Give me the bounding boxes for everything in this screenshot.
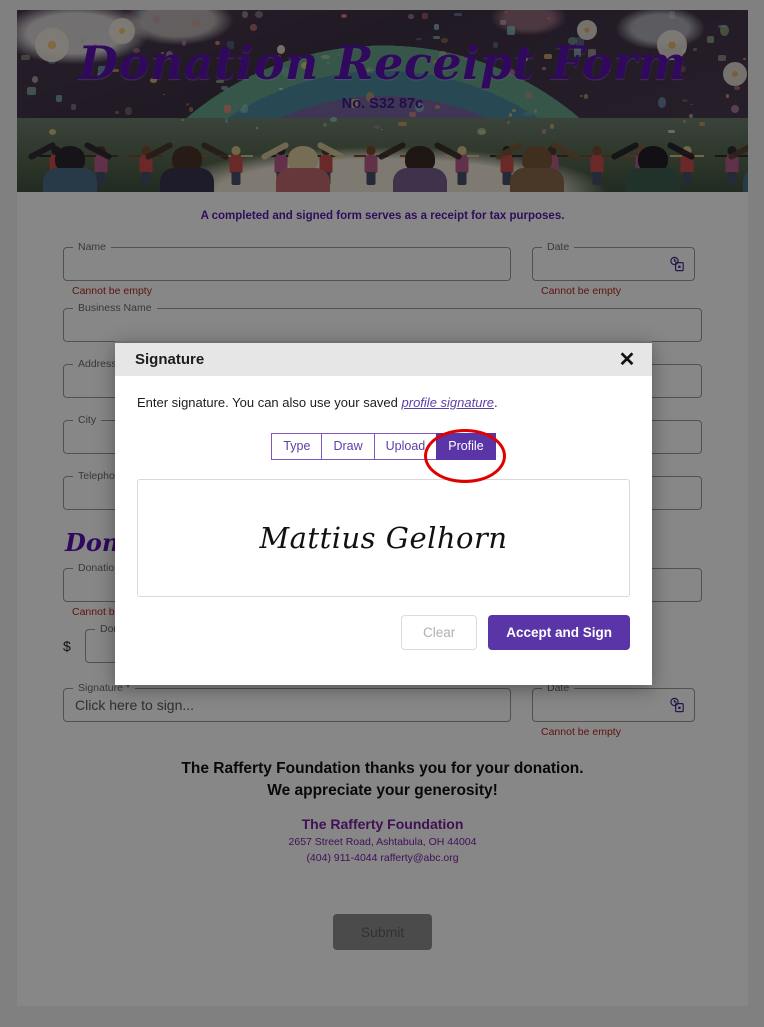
tab-type[interactable]: Type — [271, 433, 322, 460]
modal-body: Enter signature. You can also use your s… — [115, 376, 652, 650]
clear-button[interactable]: Clear — [400, 615, 478, 650]
tab-draw[interactable]: Draw — [321, 433, 374, 460]
modal-title: Signature — [135, 351, 205, 368]
signature-preview-text: Mattius Gelhorn — [259, 521, 508, 555]
tab-profile[interactable]: Profile — [436, 433, 496, 460]
signature-modal: Signature ✕ Enter signature. You can als… — [115, 341, 652, 685]
tab-upload[interactable]: Upload — [373, 433, 437, 460]
modal-description-period: . — [494, 395, 498, 410]
signature-method-tabs: Type Draw Upload Profile — [137, 433, 630, 460]
profile-signature-link[interactable]: profile signature — [402, 395, 495, 410]
modal-header: Signature ✕ — [115, 341, 652, 376]
screen: Donation Receipt Form No. S32 87c A comp… — [0, 0, 764, 1027]
modal-description: Enter signature. You can also use your s… — [137, 395, 630, 410]
accept-and-sign-button[interactable]: Accept and Sign — [488, 615, 630, 650]
close-icon[interactable]: ✕ — [616, 349, 638, 371]
modal-actions: Clear Accept and Sign — [137, 615, 630, 650]
modal-description-text: Enter signature. You can also use your s… — [137, 395, 402, 410]
signature-preview-box[interactable]: Mattius Gelhorn — [137, 479, 630, 597]
